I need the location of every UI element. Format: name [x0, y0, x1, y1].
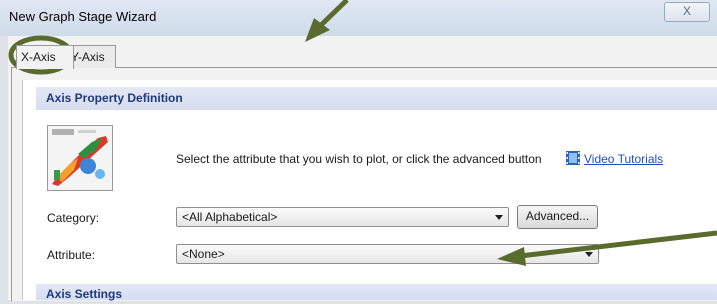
advanced-button[interactable]: Advanced... [517, 205, 598, 229]
tab-x-axis[interactable]: X-Axis [16, 45, 74, 69]
attribute-label: Attribute: [47, 248, 96, 262]
attribute-value: <None> [182, 247, 225, 261]
category-label: Category: [47, 211, 100, 225]
category-select[interactable]: <All Alphabetical> [176, 207, 509, 227]
chevron-down-icon [585, 252, 593, 257]
chevron-down-icon [495, 215, 503, 220]
graph-stage-logo [47, 125, 113, 191]
video-tutorials-link[interactable]: Video Tutorials [584, 152, 663, 166]
attribute-select[interactable]: <None> [176, 244, 599, 264]
close-icon: X [682, 4, 691, 18]
film-icon[interactable] [566, 151, 580, 165]
title-bar: New Graph Stage Wizard X [0, 0, 717, 36]
close-button[interactable]: X [664, 2, 710, 22]
instruction-text: Select the attribute that you wish to pl… [176, 152, 542, 166]
category-value: <All Alphabetical> [182, 210, 278, 224]
axis-settings-header: Axis Settings [36, 284, 717, 301]
axis-property-header: Axis Property Definition [36, 87, 717, 110]
tab-content [22, 80, 717, 300]
window-title: New Graph Stage Wizard [9, 9, 157, 24]
